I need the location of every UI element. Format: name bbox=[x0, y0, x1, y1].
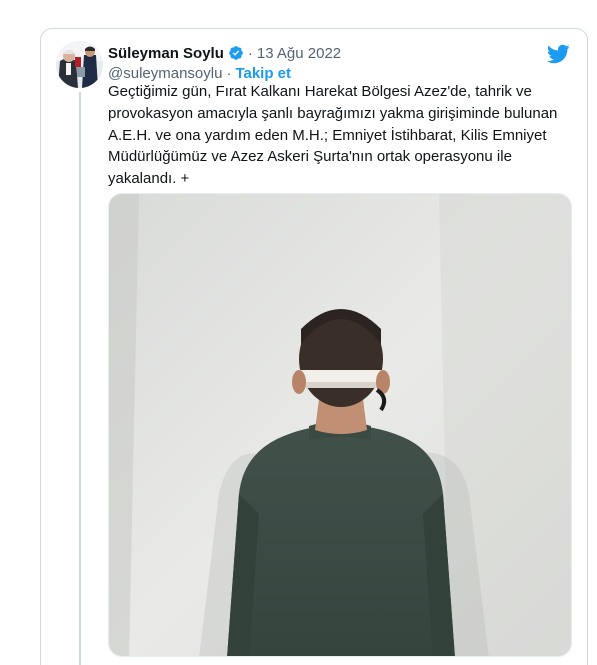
tweet-subheader: @suleymansoylu · Takip et bbox=[108, 63, 291, 83]
twitter-bird-icon[interactable] bbox=[546, 42, 570, 66]
handle-separator: · bbox=[226, 64, 232, 82]
tweet-text-line: provokasyon amacıyla şanlı bayrağımızı y… bbox=[108, 104, 558, 122]
verified-badge-icon bbox=[228, 45, 244, 61]
author-avatar[interactable] bbox=[56, 41, 103, 88]
avatar-photo bbox=[56, 41, 103, 88]
date-separator: · bbox=[247, 44, 253, 62]
tweet-text-line: Geçtiğimiz gün, Fırat Kalkanı Harekat Bö… bbox=[108, 83, 532, 100]
author-display-name[interactable]: Süleyman Soylu bbox=[108, 45, 224, 62]
follow-link[interactable]: Takip et bbox=[235, 65, 291, 82]
tweet-text-line: yakalandı. + bbox=[108, 170, 190, 188]
tweet-text: Geçtiğimiz gün, Fırat Kalkanı Harekat Bö… bbox=[108, 81, 563, 190]
tweet-text-line: Müdürlüğümüz ve Azez Askeri Şurta'nın or… bbox=[108, 148, 512, 166]
author-handle[interactable]: @suleymansoylu bbox=[108, 65, 222, 82]
tweet-date[interactable]: 13 Ağu 2022 bbox=[257, 45, 341, 62]
embedded-tweet-page: Süleyman Soylu · 13 Ağu 2022 @suleymanso… bbox=[0, 0, 597, 665]
tweet-text-line: A.E.H. ve ona yardım eden M.H.; Emniyet … bbox=[108, 126, 547, 144]
tweet-header: Süleyman Soylu · 13 Ağu 2022 bbox=[108, 42, 341, 64]
photo-image bbox=[109, 194, 571, 656]
tweet-media-photo[interactable] bbox=[108, 193, 572, 657]
thread-line bbox=[79, 92, 81, 665]
